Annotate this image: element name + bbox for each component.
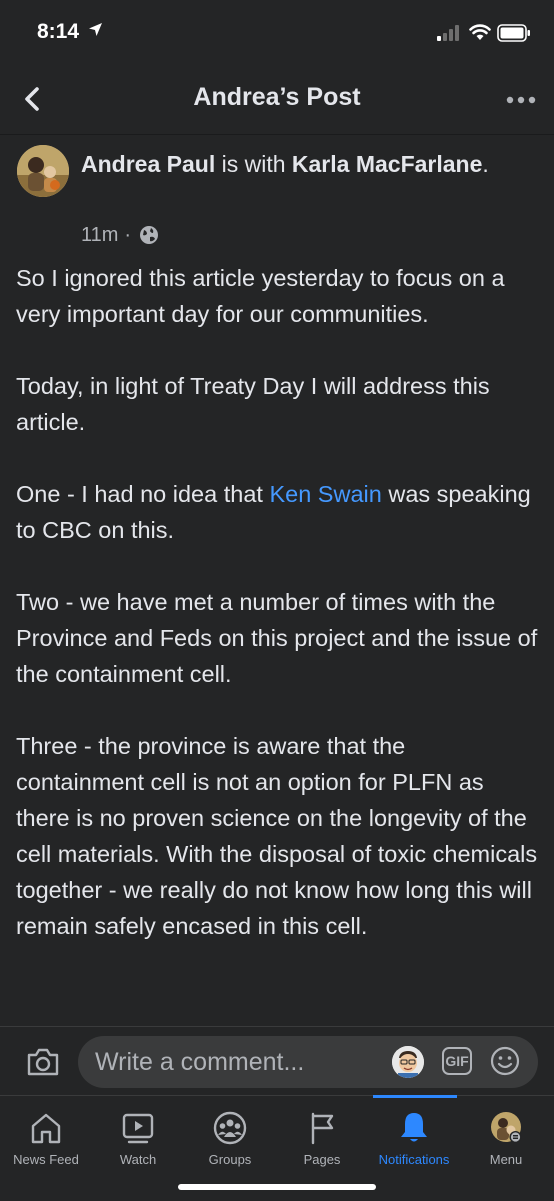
post-paragraph: Today, in light of Treaty Day I will add… <box>16 373 490 435</box>
profile-menu-icon <box>491 1112 522 1143</box>
ken-swain-link[interactable]: Ken Swain <box>269 481 381 507</box>
period: . <box>482 151 489 177</box>
author-avatar[interactable] <box>17 145 69 197</box>
avatar-photo-icon <box>17 145 69 197</box>
avatar-sticker-icon[interactable] <box>392 1046 424 1078</box>
cellular-signal-icon <box>437 25 459 41</box>
post-paragraph: So I ignored this article yesterday to f… <box>16 265 505 327</box>
page-title: Andrea’s Post <box>193 83 361 111</box>
tab-label: Notifications <box>378 1152 450 1167</box>
nav-bar: Andrea’s Post <box>0 66 554 135</box>
status-bar: 8:14 <box>0 0 554 66</box>
location-arrow-icon <box>89 23 102 36</box>
tab-label: News Feed <box>13 1152 79 1167</box>
groups-icon <box>213 1111 247 1145</box>
tab-watch[interactable]: Watch <box>92 1096 184 1176</box>
watch-icon <box>122 1113 154 1144</box>
comment-input[interactable]: Write a comment... GIF <box>78 1036 538 1088</box>
post-time[interactable]: 11m <box>81 224 118 247</box>
tab-label: Watch <box>119 1152 157 1167</box>
tab-news-feed[interactable]: News Feed <box>0 1096 92 1176</box>
tab-label: Menu <box>489 1152 523 1167</box>
bell-icon <box>401 1113 427 1142</box>
tagged-person[interactable]: Karla MacFarlane <box>292 151 482 177</box>
more-options-icon[interactable] <box>504 94 540 106</box>
battery-icon <box>497 24 530 42</box>
status-time: 8:14 <box>37 20 80 43</box>
post-paragraph: Two - we have met a number of times with… <box>16 589 538 687</box>
camera-icon[interactable] <box>26 1047 60 1077</box>
post-body: So I ignored this article yesterday to f… <box>16 260 538 980</box>
tab-menu[interactable]: Menu <box>460 1096 552 1176</box>
tab-pages[interactable]: Pages <box>276 1096 368 1176</box>
author-name[interactable]: Andrea Paul <box>81 151 215 177</box>
post-meta: 11m · <box>81 222 159 248</box>
paragraph-text: One - I had no idea that <box>16 481 270 507</box>
flag-icon <box>311 1112 334 1145</box>
post-paragraph: One - I had no idea that Ken Swain was s… <box>16 476 538 548</box>
home-indicator[interactable] <box>178 1184 376 1190</box>
emoji-icon[interactable] <box>490 1046 520 1076</box>
gif-button[interactable]: GIF <box>442 1047 472 1075</box>
comment-placeholder: Write a comment... <box>95 1048 305 1076</box>
post-author-line: Andrea Paul is with Karla MacFarlane. <box>81 147 521 181</box>
post-paragraph: Three - the province is aware that the c… <box>16 733 538 939</box>
with-text: is with <box>215 151 292 177</box>
tab-label: Pages <box>303 1152 341 1167</box>
tab-notifications[interactable]: Notifications <box>368 1096 460 1176</box>
tab-label: Groups <box>208 1152 252 1167</box>
globe-icon <box>140 226 159 244</box>
home-icon <box>31 1113 61 1144</box>
meta-separator: · <box>124 223 132 246</box>
comment-bar: Write a comment... GIF <box>0 1026 554 1097</box>
wifi-icon <box>469 24 491 40</box>
tab-groups[interactable]: Groups <box>184 1096 276 1176</box>
